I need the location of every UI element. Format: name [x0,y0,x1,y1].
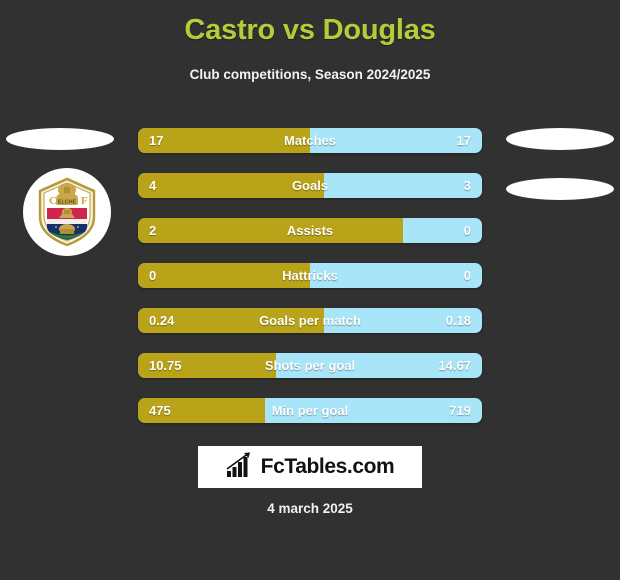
page-title: Castro vs Douglas [184,14,436,46]
date-label: 4 march 2025 [267,501,353,516]
stat-comparison-card: Castro vs Douglas Club competitions, Sea… [0,0,620,580]
svg-text:C: C [49,195,57,207]
table-row: 2 Assists 0 [138,218,482,243]
table-row: 17 Matches 17 [138,128,482,153]
away-value: 0 [463,223,471,238]
stat-label: Matches [283,133,337,148]
table-row: 475 Min per goal 719 [138,398,482,423]
decorative-ellipse-right-1 [506,128,614,150]
fctables-logo[interactable]: FcTables.com [198,446,422,488]
stat-label: Shots per goal [264,358,356,373]
bar-chart-growth-icon [226,451,254,483]
elche-cf-crest-icon: C F ELCHE [34,177,100,247]
svg-text:F: F [81,195,88,207]
stat-label: Assists [286,223,334,238]
decorative-ellipse-left [6,128,114,150]
logo-text: FcTables.com [260,455,395,478]
stat-label: Min per goal [271,403,349,418]
away-value: 14.67 [438,358,471,373]
away-value: 0 [463,268,471,283]
away-value: 3 [463,178,471,193]
page-subtitle: Club competitions, Season 2024/2025 [189,67,431,83]
away-value: 0.18 [445,313,471,328]
away-value: 17 [456,133,471,148]
decorative-ellipse-right-2 [506,178,614,200]
stat-label: Goals per match [259,313,361,328]
club-badge: C F ELCHE [23,168,111,256]
svg-text:ELCHE: ELCHE [58,200,77,206]
table-row: 4 Goals 3 [138,173,482,198]
stats-bar-list: 17 Matches 17 4 Goals 3 2 Assists 0 0 Ha… [138,128,482,443]
table-row: 0.24 Goals per match 0.18 [138,308,482,333]
away-value: 719 [449,403,471,418]
table-row: 0 Hattricks 0 [138,263,482,288]
stat-label: Hattricks [282,268,338,283]
table-row: 10.75 Shots per goal 14.67 [138,353,482,378]
stat-label: Goals [291,178,329,193]
